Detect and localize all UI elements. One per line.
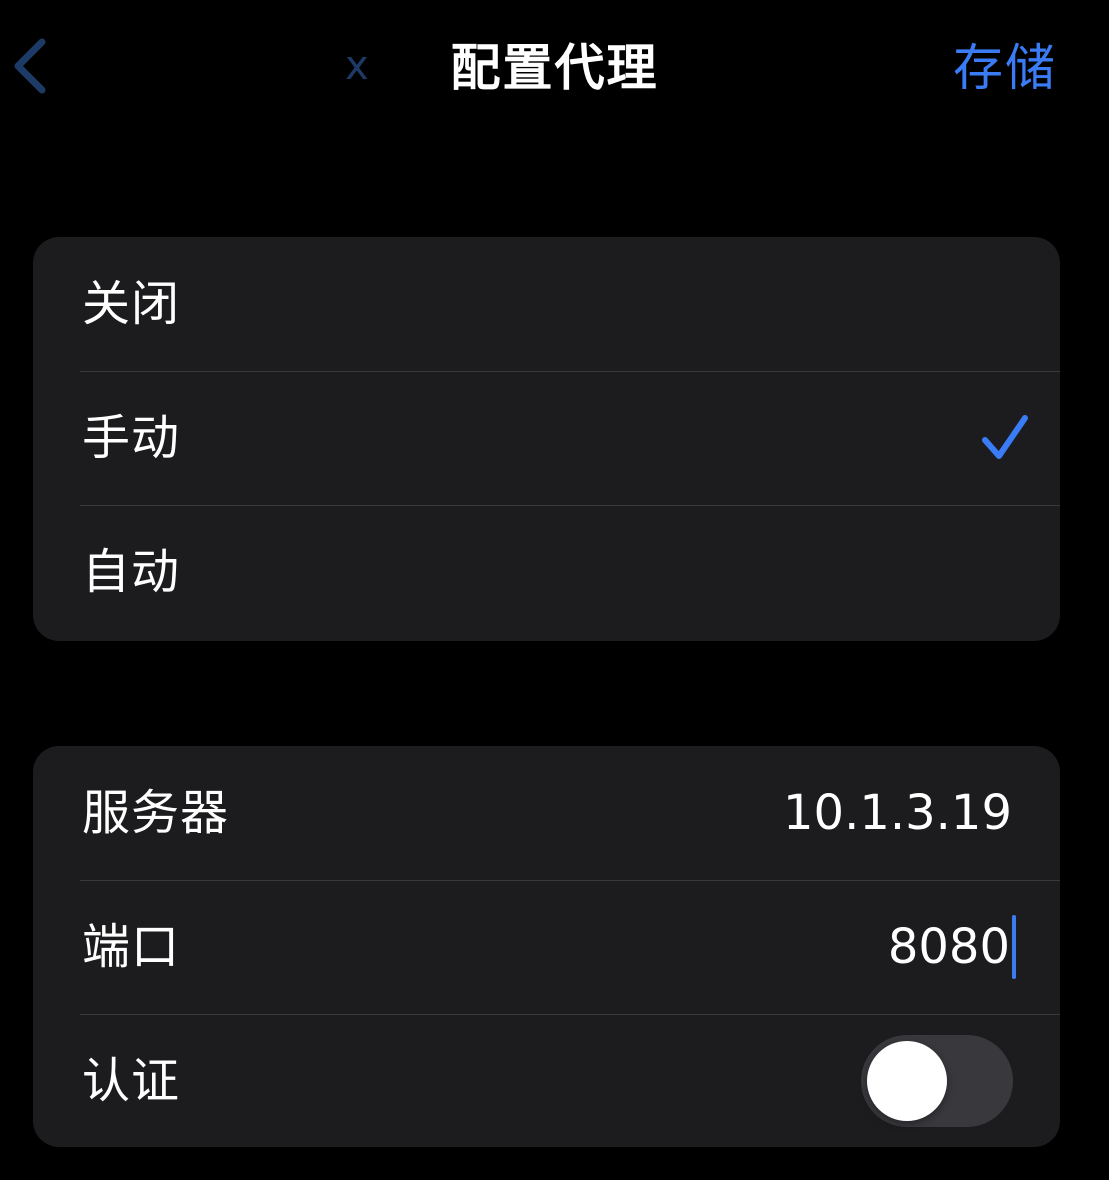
checkmark-icon [982, 415, 1028, 459]
proxy-mode-option-manual[interactable]: 手动 [33, 371, 1060, 505]
auth-row[interactable]: 认证 [33, 1014, 1060, 1147]
manual-proxy-settings-group: 服务器 10.1.3.19 端口 8080 认证 [33, 746, 1060, 1147]
page-title: 配置代理 [450, 39, 659, 97]
save-button[interactable]: 存储 [953, 38, 1057, 98]
auth-label: 认证 [82, 1053, 181, 1109]
navigation-bar: x 配置代理 存储 [0, 0, 1109, 140]
server-input[interactable]: 10.1.3.19 [783, 746, 1012, 880]
text-cursor [1012, 915, 1016, 979]
port-row[interactable]: 端口 8080 [33, 880, 1060, 1014]
server-label: 服务器 [82, 785, 230, 841]
port-input[interactable]: 8080 [888, 880, 1016, 1014]
toggle-knob [867, 1041, 947, 1121]
server-row[interactable]: 服务器 10.1.3.19 [33, 746, 1060, 880]
proxy-mode-option-off[interactable]: 关闭 [33, 237, 1060, 371]
proxy-mode-group: 关闭 手动 自动 [33, 237, 1060, 641]
option-label: 手动 [82, 410, 181, 466]
option-label: 关闭 [82, 276, 181, 332]
auth-toggle[interactable] [861, 1035, 1013, 1127]
port-value: 8080 [887, 919, 1010, 975]
option-label: 自动 [82, 544, 181, 600]
port-label: 端口 [82, 919, 181, 975]
proxy-mode-option-auto[interactable]: 自动 [33, 505, 1060, 639]
